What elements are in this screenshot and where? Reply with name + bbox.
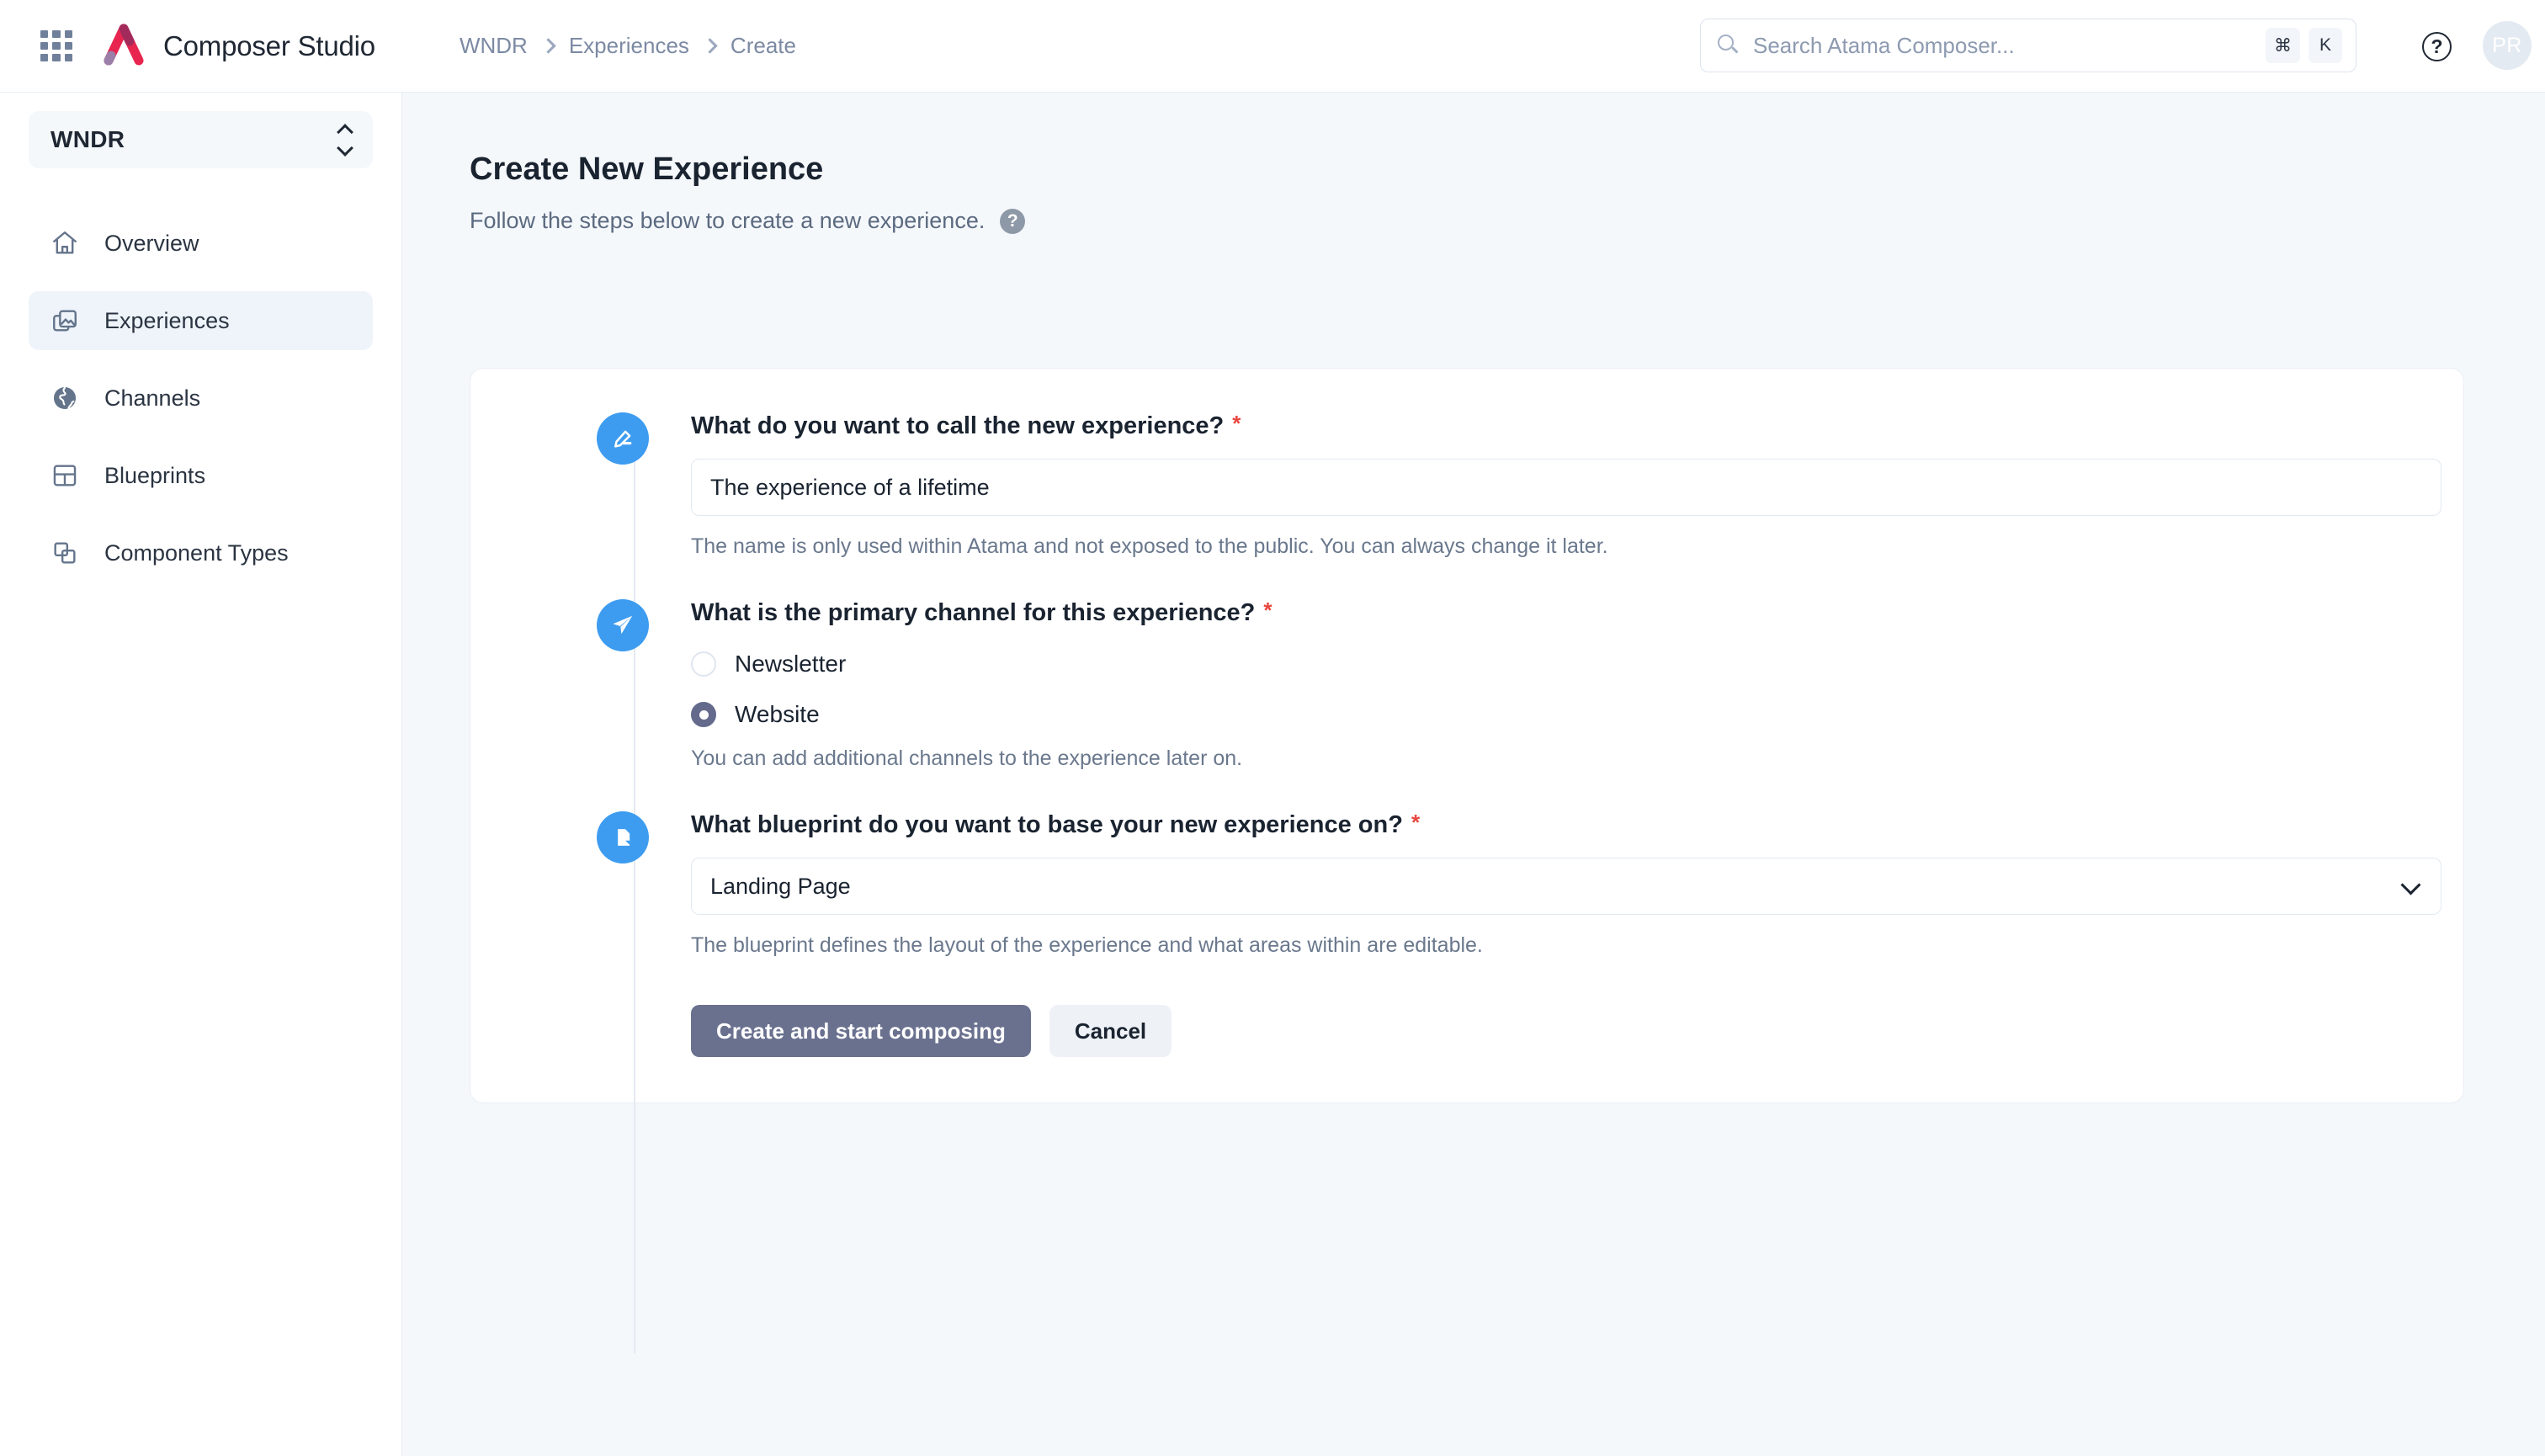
pencil-edit-icon xyxy=(597,412,649,465)
org-name: WNDR xyxy=(50,126,125,152)
sidebar-item-label: Experiences xyxy=(104,307,230,333)
sidebar-item-label: Blueprints xyxy=(104,462,206,488)
step-question: What do you want to call the new experie… xyxy=(691,412,2441,440)
breadcrumb-item-create[interactable]: Create xyxy=(731,33,796,59)
grid-cell xyxy=(64,41,72,50)
radio-label: Website xyxy=(735,701,820,727)
blueprint-select-value[interactable]: Landing Page xyxy=(691,858,2441,915)
sidebar-item-component-types[interactable]: Component Types xyxy=(29,523,373,582)
step-body: What do you want to call the new experie… xyxy=(691,412,2509,559)
up-down-chevron-icon xyxy=(337,123,353,157)
grid-cell xyxy=(40,54,49,62)
chevron-right-icon xyxy=(702,38,718,54)
search-bar[interactable]: ⌘ K xyxy=(1700,19,2356,72)
step-question-text: What is the primary channel for this exp… xyxy=(691,599,1256,626)
step-blueprint: What blueprint do you want to base your … xyxy=(470,811,2463,1057)
step-body: What is the primary channel for this exp… xyxy=(691,599,2463,771)
radio-button-selected[interactable] xyxy=(691,702,716,727)
radio-option-website[interactable]: Website xyxy=(691,701,2396,728)
sidebar-item-blueprints[interactable]: Blueprints xyxy=(29,446,373,505)
radio-button[interactable] xyxy=(691,651,716,677)
page-title: Create New Experience xyxy=(470,151,824,187)
radio-option-newsletter[interactable]: Newsletter xyxy=(691,651,2396,678)
step-channel: What is the primary channel for this exp… xyxy=(470,599,2463,771)
search-input[interactable] xyxy=(1753,32,2266,59)
images-icon xyxy=(50,306,81,336)
blueprint-select[interactable]: Landing Page xyxy=(691,858,2441,915)
grid-cell xyxy=(64,29,72,38)
breadcrumb: WNDR Experiences Create xyxy=(460,33,796,59)
sidebar-item-overview[interactable]: Overview xyxy=(29,214,373,273)
top-bar: Composer Studio WNDR Experiences Create … xyxy=(0,0,2545,93)
required-marker: * xyxy=(1263,598,1272,623)
cancel-button[interactable]: Cancel xyxy=(1049,1005,1172,1057)
avatar[interactable]: PR xyxy=(2483,21,2532,70)
required-marker: * xyxy=(1232,411,1241,436)
org-switcher[interactable]: WNDR xyxy=(29,111,373,168)
grid-cell xyxy=(40,41,49,50)
shortcut-badge-modifier: ⌘ xyxy=(2266,28,2300,63)
sidebar-item-channels[interactable]: Channels xyxy=(29,369,373,428)
grid-cell xyxy=(52,54,61,62)
grid-cell xyxy=(52,41,61,50)
grid-cell xyxy=(40,29,49,38)
help-circle-icon[interactable]: ? xyxy=(1000,208,1026,234)
atama-logo-icon xyxy=(104,24,144,65)
sidebar-item-label: Overview xyxy=(104,230,199,256)
step-hint: The name is only used within Atama and n… xyxy=(691,534,1608,558)
home-icon xyxy=(50,228,81,258)
layout-grid-icon xyxy=(50,460,81,491)
globe-icon xyxy=(50,383,81,413)
form-actions: Create and start composing Cancel xyxy=(691,1005,2441,1057)
radio-label: Newsletter xyxy=(735,651,847,677)
sidebar-item-experiences[interactable]: Experiences xyxy=(29,291,373,350)
paper-plane-icon xyxy=(597,599,649,651)
create-experience-card: What do you want to call the new experie… xyxy=(470,368,2464,1353)
step-question: What is the primary channel for this exp… xyxy=(691,599,2396,627)
step-question-text: What blueprint do you want to base your … xyxy=(691,811,1403,838)
grid-apps-icon[interactable] xyxy=(40,29,72,62)
page-subtitle: Follow the steps below to create a new e… xyxy=(470,208,2545,234)
create-and-compose-button[interactable]: Create and start composing xyxy=(691,1005,1031,1057)
grid-cell xyxy=(64,54,72,62)
document-icon xyxy=(597,811,649,864)
step-name: What do you want to call the new experie… xyxy=(470,412,2463,559)
sidebar-item-label: Component Types xyxy=(104,539,289,566)
main-content: Create New Experience Follow the steps b… xyxy=(402,93,2545,1456)
brand[interactable]: Composer Studio xyxy=(98,24,375,69)
stacked-squares-icon xyxy=(50,538,81,568)
breadcrumb-item-org[interactable]: WNDR xyxy=(460,33,528,59)
shortcut-badge-key: K xyxy=(2309,28,2342,63)
brand-name: Composer Studio xyxy=(163,29,375,61)
steps-list: What do you want to call the new experie… xyxy=(470,369,2463,1353)
required-marker: * xyxy=(1411,810,1421,835)
step-hint: The blueprint defines the layout of the … xyxy=(691,933,1483,957)
sidebar: WNDR Overview Experiences Channels Bluep… xyxy=(0,93,402,1456)
step-question-text: What do you want to call the new experie… xyxy=(691,412,1225,439)
sidebar-item-label: Channels xyxy=(104,385,201,411)
step-question: What blueprint do you want to base your … xyxy=(691,811,2441,839)
grid-cell xyxy=(52,29,61,38)
search-icon xyxy=(1718,35,1740,56)
page-subtitle-text: Follow the steps below to create a new e… xyxy=(470,208,986,233)
experience-name-input[interactable] xyxy=(691,459,2441,516)
breadcrumb-item-experiences[interactable]: Experiences xyxy=(569,33,689,59)
step-body: What blueprint do you want to base your … xyxy=(691,811,2509,1057)
help-icon[interactable]: ? xyxy=(2422,32,2452,61)
chevron-right-icon xyxy=(540,38,556,54)
sidebar-nav: Overview Experiences Channels Blueprints… xyxy=(0,214,401,582)
step-hint: You can add additional channels to the e… xyxy=(691,747,1243,770)
